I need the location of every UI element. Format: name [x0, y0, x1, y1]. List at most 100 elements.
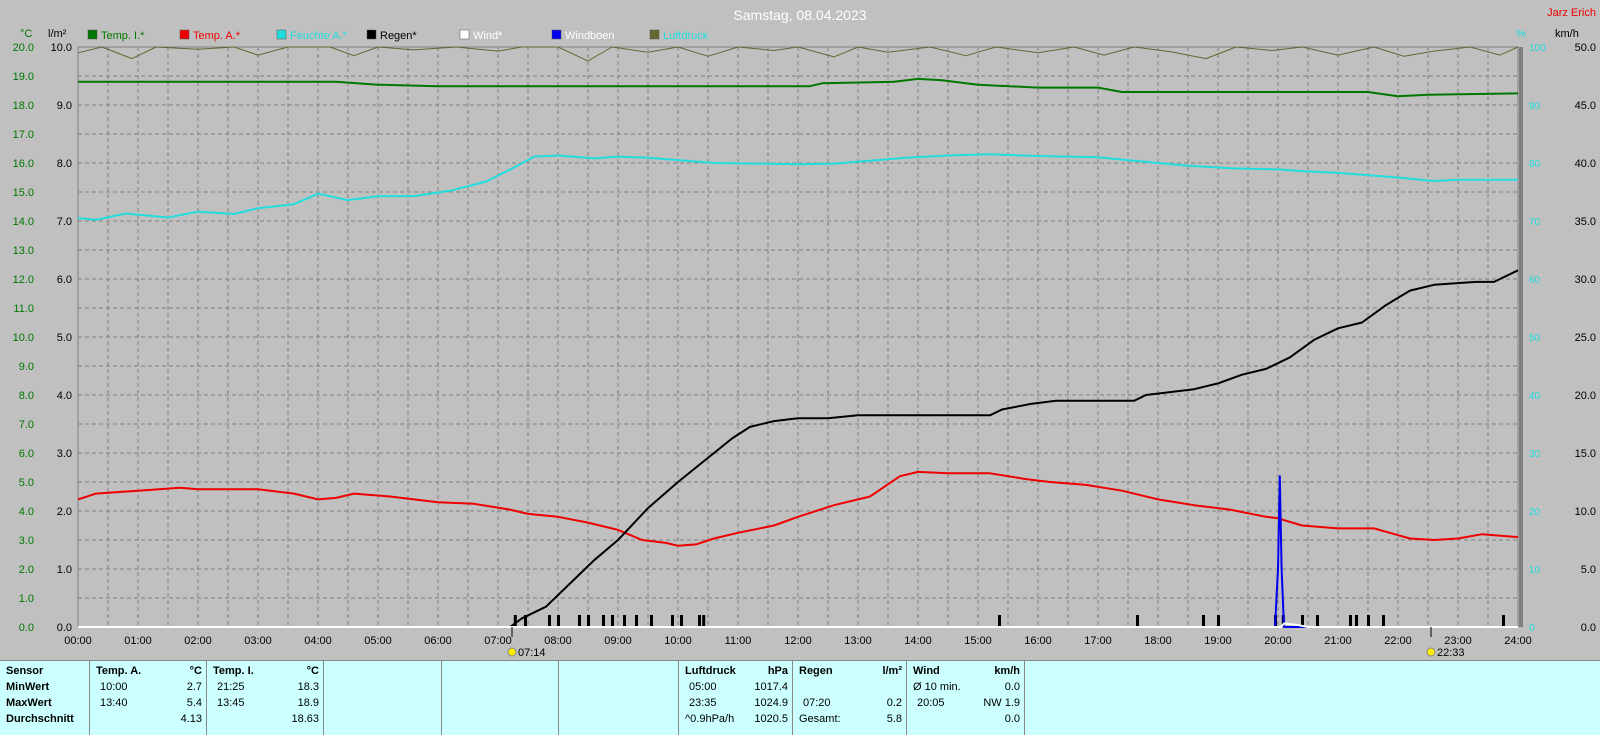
regen-max-time: 07:20 — [803, 697, 831, 709]
temp-axis-tick: 19.0 — [13, 71, 34, 83]
time-axis-tick: 22:00 — [1384, 635, 1412, 647]
time-axis-tick: 23:00 — [1444, 635, 1472, 647]
wind-unit: km/h — [994, 665, 1020, 677]
legend-swatch — [366, 29, 377, 40]
temp-axis-tick: 13.0 — [13, 245, 34, 257]
chart-title: Samstag, 08.04.2023 — [733, 7, 866, 23]
wind-axis-tick: 10.0 — [1575, 506, 1596, 518]
sun-icon — [507, 647, 517, 657]
temp-axis-tick: 16.0 — [13, 158, 34, 170]
temp-i-column: Temp. I. °C 21:25 18.3 13:45 18.9 18.63 — [207, 661, 324, 735]
temp-a-max-time: 13:40 — [100, 697, 128, 709]
time-axis-tick: 04:00 — [304, 635, 332, 647]
temp-axis-tick: 9.0 — [19, 361, 34, 373]
maxwert-label: MaxWert — [6, 697, 52, 709]
temp-a-unit: °C — [189, 665, 202, 677]
time-axis-tick: 08:00 — [544, 635, 572, 647]
time-axis-tick: 03:00 — [244, 635, 272, 647]
legend-swatch — [551, 29, 562, 40]
temp-i-min: 18.3 — [297, 681, 319, 693]
legend-label: Feuchte A.* — [290, 30, 348, 42]
rain-event-tick — [1316, 615, 1319, 627]
time-axis-tick: 06:00 — [424, 635, 452, 647]
time-axis-tick: 13:00 — [844, 635, 872, 647]
durchschnitt-label: Durchschnitt — [6, 713, 74, 725]
rain-event-tick — [602, 615, 605, 627]
time-axis-tick: 00:00 — [64, 635, 92, 647]
rain-event-tick — [680, 615, 683, 627]
rain-axis-tick: 7.0 — [57, 216, 72, 228]
humidity-axis-tick: 80 — [1529, 159, 1541, 170]
rain-event-tick — [1349, 615, 1352, 627]
temp-i-header: Temp. I. — [213, 665, 254, 677]
temp-axis-tick: 18.0 — [13, 100, 34, 112]
rain-event-tick — [611, 615, 614, 627]
rain-axis-tick: 4.0 — [57, 390, 72, 402]
temp-axis-tick: 17.0 — [13, 129, 34, 141]
temp-a-header: Temp. A. — [96, 665, 142, 677]
rain-event-tick — [635, 615, 638, 627]
temp-a-max: 5.4 — [186, 697, 202, 709]
rain-event-tick — [702, 615, 706, 627]
luftdruck-trend-value: 1020.5 — [754, 713, 788, 725]
legend-swatch — [649, 29, 660, 40]
luftdruck-unit: hPa — [767, 665, 788, 677]
time-axis-tick: 18:00 — [1144, 635, 1172, 647]
luftdruck-min-time: 05:00 — [689, 681, 717, 693]
regen-header: Regen — [799, 665, 833, 677]
rain-event-tick — [623, 615, 626, 627]
wind-axis-tick: 35.0 — [1575, 216, 1596, 228]
sun-icon — [1426, 647, 1436, 657]
sensor-header: Sensor — [6, 665, 44, 677]
rain-axis-tick: 8.0 — [57, 158, 72, 170]
wind-min: 0.0 — [1004, 681, 1020, 693]
rain-event-tick — [548, 615, 551, 627]
rain-event-tick — [578, 615, 581, 627]
sunset-time: 22:33 — [1437, 647, 1465, 659]
temp-a-avg: 4.13 — [180, 713, 202, 725]
rain-event-tick — [1202, 615, 1205, 627]
empty-column — [324, 661, 442, 735]
wind-axis-tick: 45.0 — [1575, 100, 1596, 112]
legend-label: Luftdruck — [663, 30, 709, 42]
humidity-axis-tick: 10 — [1529, 565, 1541, 576]
time-axis-tick: 02:00 — [184, 635, 212, 647]
humidity-axis-tick: 20 — [1529, 507, 1541, 518]
rain-axis-tick: 6.0 — [57, 274, 72, 286]
time-axis-tick: 09:00 — [604, 635, 632, 647]
wind-max: NW 1.9 — [983, 697, 1020, 709]
wind-max-time: 20:05 — [917, 697, 945, 709]
rain-event-tick — [671, 615, 674, 627]
rain-event-tick — [1382, 615, 1385, 627]
wind-axis-tick: 20.0 — [1575, 390, 1596, 402]
luftdruck-min: 1017.4 — [754, 681, 788, 693]
rain-event-tick — [557, 615, 560, 627]
rain-event-tick — [1367, 615, 1370, 627]
temp-axis-tick: 11.0 — [13, 303, 34, 315]
legend-swatch — [179, 29, 190, 40]
humidity-axis-tick: 30 — [1529, 449, 1541, 460]
time-axis-tick: 20:00 — [1264, 635, 1292, 647]
rain-axis-tick: 1.0 — [57, 564, 72, 576]
temp-axis-tick: 15.0 — [13, 187, 34, 199]
temp-i-max: 18.9 — [297, 697, 319, 709]
rain-event-tick — [1502, 615, 1505, 627]
temp-axis-tick: 14.0 — [13, 216, 34, 228]
humidity-axis-tick: 0 — [1529, 623, 1535, 634]
regen-column: Regen l/m² 07:20 0.2 Gesamt: 5.8 — [793, 661, 907, 735]
temp-axis-tick: 3.0 — [19, 535, 34, 547]
regen-total: 5.8 — [886, 713, 902, 725]
empty-column — [559, 661, 679, 735]
wind-axis-tick: 15.0 — [1575, 448, 1596, 460]
legend-label: Temp. A.* — [193, 30, 241, 42]
axis-unit-temp: °C — [20, 28, 32, 40]
weather-chart: 0.0 1.0 2.0 3.0 4.0 5.0 6.0 7.0 8.0 9.0 10.0 11.0 12… — [0, 0, 1600, 660]
time-axis-tick: 07:00 — [484, 635, 512, 647]
temp-axis-tick: 4.0 — [19, 506, 34, 518]
rain-axis-tick: 5.0 — [57, 332, 72, 344]
time-axis-tick: 12:00 — [784, 635, 812, 647]
time-axis-tick: 16:00 — [1024, 635, 1052, 647]
rain-axis-tick: 0.0 — [57, 622, 72, 634]
wind-axis-tick: 50.0 — [1575, 42, 1596, 54]
rain-event-tick — [650, 615, 653, 627]
